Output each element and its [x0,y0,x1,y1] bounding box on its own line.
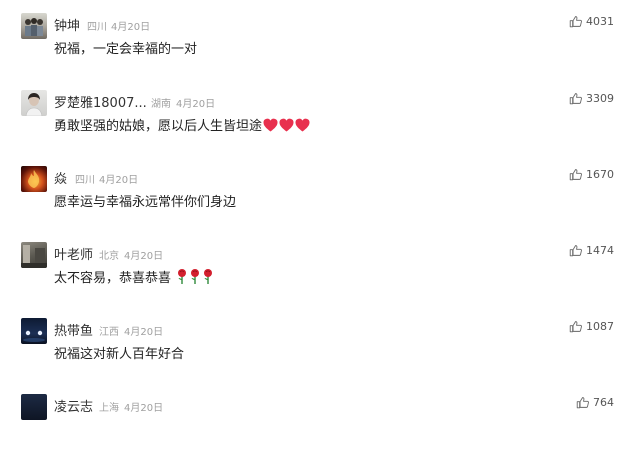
comment-text: 勇敢坚强的姑娘，愿以后人生皆坦途 [54,115,310,134]
red-heart-icon [263,118,278,132]
like-button[interactable]: 764 [576,396,614,409]
thumbs-up-icon [569,321,582,333]
comment-text-body: 勇敢坚强的姑娘，愿以后人生皆坦途 [54,119,263,134]
comment-item: 热带鱼 江西 4月20日 祝福这对新人百年好合 1087 [0,318,640,394]
comment-date: 4月20日 [99,175,139,186]
comment-item: 叶老师 北京 4月20日 太不容易，恭喜恭喜 1474 [0,242,640,318]
rose-icon [191,269,200,284]
comment-date: 4月20日 [111,22,151,33]
thumbs-up-icon [576,397,589,409]
comment-text: 太不容易，恭喜恭喜 [54,267,214,286]
like-button[interactable]: 1474 [569,244,614,257]
comment-author[interactable]: 罗楚雅18007... [54,92,147,111]
comment-item: 钟坤 四川 4月20日 祝福，一定会幸福的一对 4031 [0,13,640,89]
like-button[interactable]: 3309 [569,92,614,105]
like-count: 3309 [586,92,614,105]
thumbs-up-icon [569,93,582,105]
comment-author[interactable]: 热带鱼 [54,320,93,339]
like-count: 1087 [586,320,614,333]
comment-location: 北京 [99,251,119,262]
comment-item: 罗楚雅18007... 湖南 4月20日 勇敢坚强的姑娘，愿以后人生皆坦途 33… [0,90,640,166]
comment-location: 上海 [99,403,119,414]
comment-location: 江西 [99,327,119,338]
like-count: 764 [593,396,614,409]
comment-author[interactable]: 焱 [54,168,67,187]
like-count: 4031 [586,15,614,28]
avatar[interactable] [21,166,47,192]
like-button[interactable]: 1087 [569,320,614,333]
thumbs-up-icon [569,16,582,28]
like-count: 1474 [586,244,614,257]
red-heart-icon [279,118,294,132]
rose-icon [204,269,213,284]
comment-item: 凌云志 上海 4月20日 764 [0,394,640,470]
avatar[interactable] [21,242,47,268]
comment-location: 四川 [87,22,107,33]
avatar[interactable] [21,394,47,420]
thumbs-up-icon [569,169,582,181]
comment-location: 四川 [75,175,95,186]
avatar[interactable] [21,90,47,116]
comment-date: 4月20日 [124,327,164,338]
comment-text: 愿幸运与幸福永远常伴你们身边 [54,195,237,210]
avatar[interactable] [21,13,47,39]
comment-location: 湖南 [151,99,171,110]
comment-date: 4月20日 [124,403,164,414]
comment-text: 祝福这对新人百年好合 [54,347,185,362]
rose-icon [178,269,187,284]
like-count: 1670 [586,168,614,181]
like-button[interactable]: 1670 [569,168,614,181]
comment-author[interactable]: 叶老师 [54,244,93,263]
red-heart-icon [295,118,310,132]
like-button[interactable]: 4031 [569,15,614,28]
comment-author[interactable]: 钟坤 [54,15,80,34]
comment-date: 4月20日 [176,99,216,110]
comment-date: 4月20日 [124,251,164,262]
comment-text: 祝福，一定会幸福的一对 [54,42,198,57]
avatar[interactable] [21,318,47,344]
thumbs-up-icon [569,245,582,257]
comment-item: 焱 四川 4月20日 愿幸运与幸福永远常伴你们身边 1670 [0,166,640,242]
comment-text-body: 太不容易，恭喜恭喜 [54,271,172,286]
